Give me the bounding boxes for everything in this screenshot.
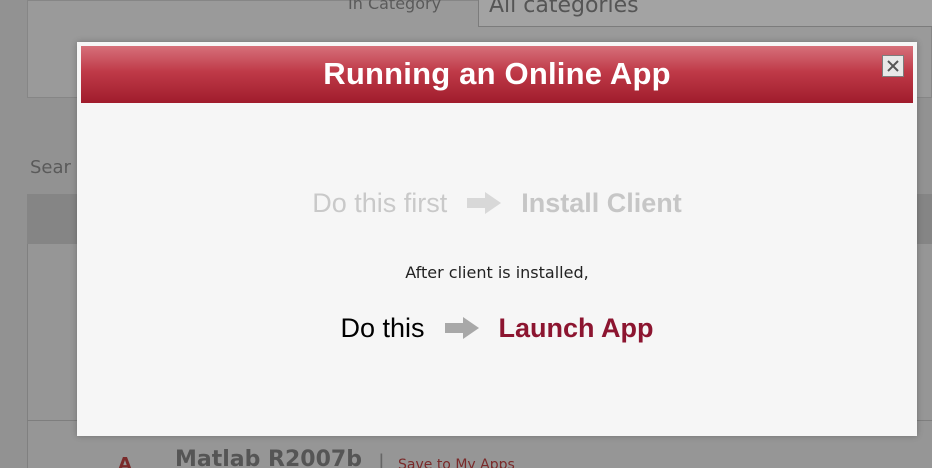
install-step: Do this first Install Client bbox=[77, 188, 917, 224]
dialog-header: Running an Online App bbox=[81, 46, 913, 103]
launch-step: Do this Launch App bbox=[77, 313, 917, 344]
dialog-title: Running an Online App bbox=[323, 56, 671, 91]
launch-app-link[interactable]: Launch App bbox=[499, 313, 654, 343]
launch-step-prefix: Do this bbox=[340, 313, 425, 343]
close-icon bbox=[887, 60, 899, 72]
install-step-prefix: Do this first bbox=[312, 188, 448, 218]
screen: In Category All categories Sear A Matlab… bbox=[0, 0, 932, 468]
search-label: Sear bbox=[30, 157, 71, 178]
arrow-right-icon bbox=[467, 191, 502, 214]
app-row-icon: A bbox=[118, 454, 132, 468]
running-app-dialog: Running an Online App Do this first Inst… bbox=[77, 42, 917, 436]
install-client-link[interactable]: Install Client bbox=[521, 188, 682, 218]
save-to-my-apps-link[interactable]: Save to My Apps bbox=[398, 457, 515, 468]
category-label: In Category bbox=[348, 0, 442, 13]
dialog-body: Do this first Install Client After clien… bbox=[77, 103, 917, 436]
arrow-right-icon bbox=[444, 316, 479, 339]
app-row-title[interactable]: Matlab R2007b bbox=[175, 447, 362, 468]
after-install-note: After client is installed, bbox=[405, 263, 589, 282]
category-select-value: All categories bbox=[489, 0, 639, 18]
close-button[interactable] bbox=[882, 55, 904, 77]
app-row-separator: | bbox=[378, 450, 385, 468]
category-select[interactable]: All categories bbox=[478, 0, 932, 27]
